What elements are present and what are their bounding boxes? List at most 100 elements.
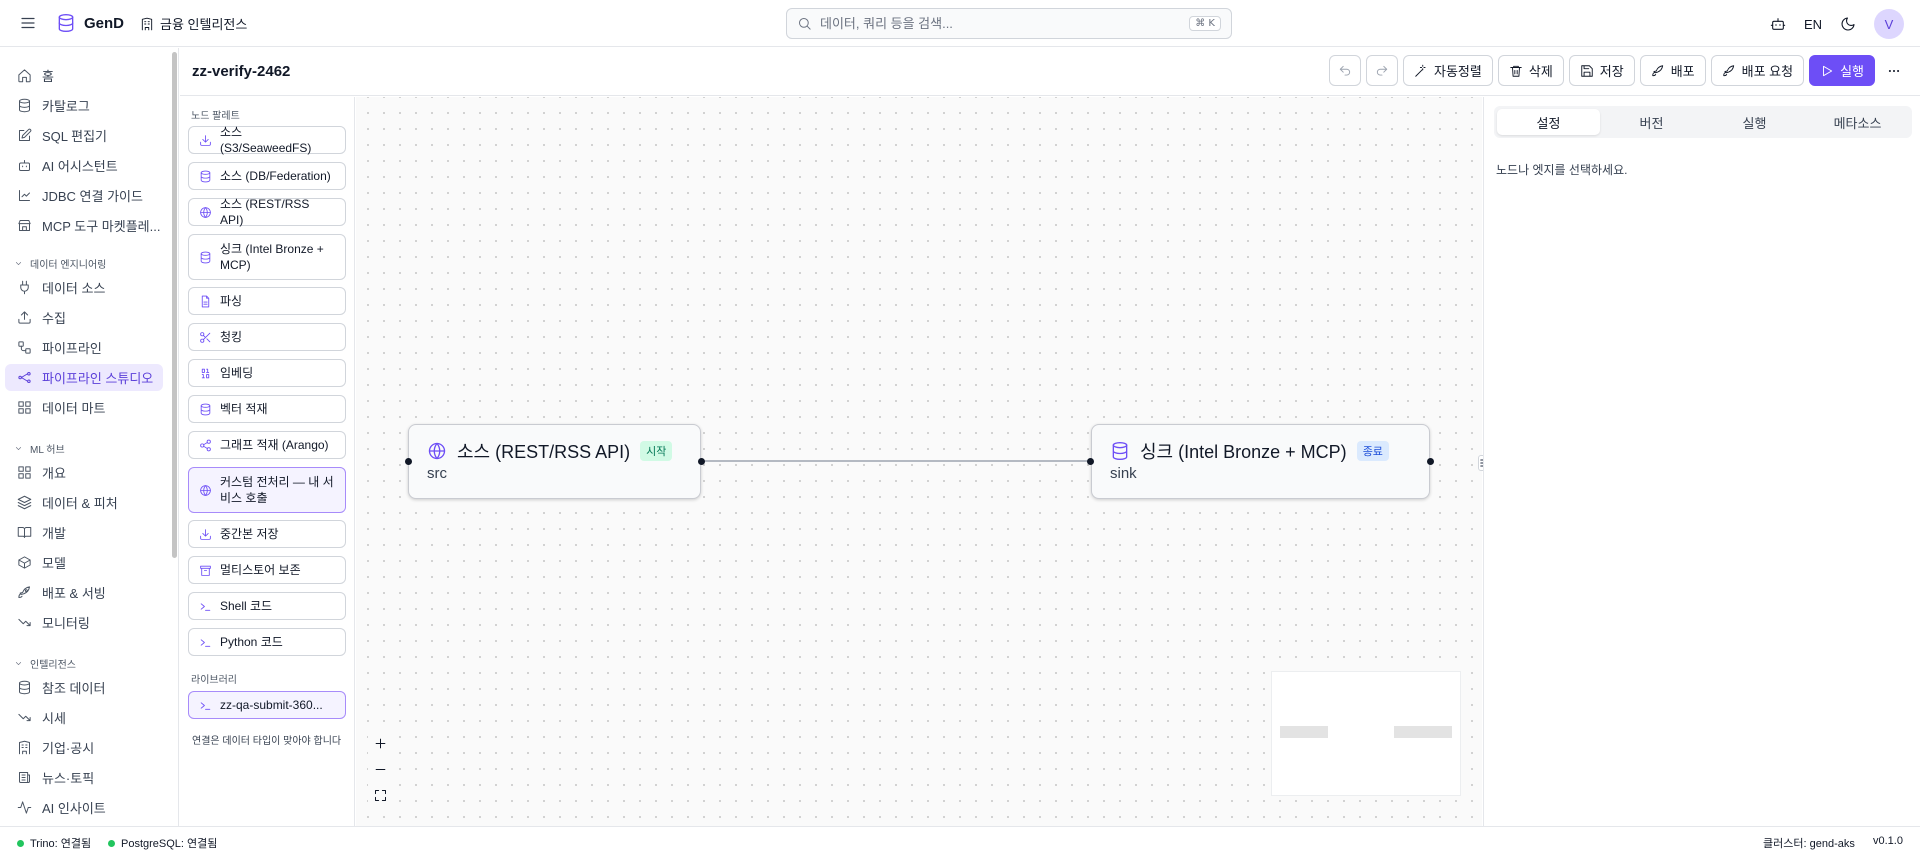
tab-runs[interactable]: 실행 bbox=[1703, 109, 1806, 135]
status-bar: Trino: 연결됨 PostgreSQL: 연결됨 클러스터: gend-ak… bbox=[0, 826, 1920, 853]
redo-button[interactable] bbox=[1366, 55, 1399, 86]
sidebar-item-market-prices[interactable]: 시세 bbox=[5, 704, 163, 731]
sidebar-item-reference-data[interactable]: 참조 데이터 bbox=[5, 674, 163, 701]
waypoints-icon bbox=[18, 372, 31, 383]
node-handle-out[interactable] bbox=[698, 458, 705, 465]
panel-empty-message: 노드나 엣지를 선택하세요. bbox=[1496, 163, 1628, 177]
global-search[interactable]: ⌘ K bbox=[786, 8, 1232, 39]
zoom-in-button[interactable] bbox=[368, 730, 393, 756]
toolbar: 자동정렬 삭제 저장 배포 배포 요청 실행 bbox=[1329, 55, 1908, 86]
rocket-icon bbox=[1651, 64, 1663, 76]
tab-versions[interactable]: 버전 bbox=[1600, 109, 1703, 135]
brand-logo[interactable]: GenD bbox=[56, 13, 124, 33]
database-icon bbox=[200, 170, 211, 182]
section-intelligence[interactable]: 인텔리전스 bbox=[14, 656, 76, 671]
sidebar-item-mcp-marketplace[interactable]: MCP 도구 마켓플레... bbox=[5, 212, 163, 239]
palette-item-vector-load[interactable]: 벡터 적재 bbox=[188, 395, 346, 423]
bot-icon[interactable] bbox=[1770, 16, 1786, 32]
section-ml-hub[interactable]: ML 허브 bbox=[14, 441, 65, 456]
deploy-button[interactable]: 배포 bbox=[1639, 55, 1706, 86]
node-subtitle: sink bbox=[1110, 465, 1137, 482]
palette-item-source-rest[interactable]: 소스 (REST/RSS API) bbox=[188, 197, 346, 227]
sidebar-item-ai-insights[interactable]: AI 인사이트 bbox=[5, 794, 163, 821]
fullscreen-icon bbox=[375, 789, 386, 801]
auto-layout-button[interactable]: 자동정렬 bbox=[1403, 55, 1493, 86]
palette-item-embedding[interactable]: 임베딩 bbox=[188, 359, 346, 387]
palette-item-graph-load[interactable]: 그래프 적재 (Arango) bbox=[188, 431, 346, 459]
palette-item-sink-intel[interactable]: 싱크 (Intel Bronze + MCP) bbox=[188, 234, 346, 280]
sidebar-item-sql-editor[interactable]: SQL 편집기 bbox=[5, 122, 163, 149]
palette-item-shell-code[interactable]: Shell 코드 bbox=[188, 592, 346, 620]
palette-item-source-s3[interactable]: 소스 (S3/SeaweedFS) bbox=[188, 125, 346, 155]
node-handle-in[interactable] bbox=[405, 458, 412, 465]
node-source-rest[interactable]: 소스 (REST/RSS API) 시작 src bbox=[408, 424, 701, 499]
save-icon bbox=[1581, 64, 1593, 77]
sidebar-item-development[interactable]: 개발 bbox=[5, 519, 163, 546]
save-button[interactable]: 저장 bbox=[1568, 55, 1635, 86]
start-badge: 시작 bbox=[640, 441, 673, 461]
sidebar-item-label: 데이터 소스 bbox=[42, 281, 106, 296]
node-subtitle: src bbox=[427, 465, 447, 482]
fit-view-button[interactable] bbox=[368, 782, 393, 808]
chevron-down-icon bbox=[15, 447, 22, 450]
newspaper-icon bbox=[19, 772, 30, 783]
sidebar-item-data-mart[interactable]: 데이터 마트 bbox=[5, 394, 163, 421]
building-icon bbox=[141, 17, 153, 30]
sidebar-item-models[interactable]: 모델 bbox=[5, 549, 163, 576]
status-cluster: 클러스터: gend-aks bbox=[1763, 838, 1855, 850]
sidebar-item-ml-overview[interactable]: 개요 bbox=[5, 459, 163, 486]
sidebar-item-label: 개요 bbox=[42, 466, 66, 481]
sidebar-item-label: JDBC 연결 가이드 bbox=[42, 189, 143, 204]
sidebar-item-label: 기업·공시 bbox=[42, 741, 95, 756]
sidebar-item-data-sources[interactable]: 데이터 소스 bbox=[5, 274, 163, 301]
store-icon bbox=[18, 220, 31, 231]
section-data-engineering[interactable]: 데이터 엔지니어링 bbox=[14, 256, 106, 271]
menu-icon[interactable] bbox=[19, 14, 37, 32]
sidebar-item-ingest[interactable]: 수집 bbox=[5, 304, 163, 331]
sidebar-item-monitoring[interactable]: 모니터링 bbox=[5, 609, 163, 636]
undo-icon bbox=[1339, 65, 1351, 76]
binary-icon bbox=[201, 368, 210, 378]
sidebar-item-jdbc-guide[interactable]: JDBC 연결 가이드 bbox=[5, 182, 163, 209]
language-toggle[interactable]: EN bbox=[1804, 17, 1822, 32]
undo-button[interactable] bbox=[1329, 55, 1362, 86]
sidebar-item-deploy-serving[interactable]: 배포 & 서빙 bbox=[5, 579, 163, 606]
sidebar-item-news-topics[interactable]: 뉴스·토픽 bbox=[5, 764, 163, 791]
terminal-icon bbox=[200, 638, 211, 647]
more-options-button[interactable] bbox=[1880, 55, 1908, 86]
workspace-selector[interactable]: 금융 인텔리전스 bbox=[140, 14, 247, 33]
palette-item-multistore[interactable]: 멀티스토어 보존 bbox=[188, 556, 346, 584]
deploy-request-button[interactable]: 배포 요청 bbox=[1710, 55, 1805, 86]
tab-metasource[interactable]: 메타소스 bbox=[1806, 109, 1909, 135]
sidebar-item-pipeline-studio[interactable]: 파이프라인 스튜디오 bbox=[5, 364, 163, 391]
node-handle-in[interactable] bbox=[1087, 458, 1094, 465]
sidebar-item-home[interactable]: 홈 bbox=[5, 62, 163, 89]
workspace-name: 금융 인텔리전스 bbox=[160, 17, 248, 32]
palette-item-parsing[interactable]: 파싱 bbox=[188, 287, 346, 315]
palette-item-python-code[interactable]: Python 코드 bbox=[188, 628, 346, 656]
sidebar-item-pipelines[interactable]: 파이프라인 bbox=[5, 334, 163, 361]
node-handle-out[interactable] bbox=[1427, 458, 1434, 465]
zoom-out-button[interactable] bbox=[368, 756, 393, 782]
sidebar-item-corporate-filings[interactable]: 기업·공시 bbox=[5, 734, 163, 761]
sidebar-item-data-features[interactable]: 데이터 & 피처 bbox=[5, 489, 163, 516]
palette-item-intermediate-save[interactable]: 중간본 저장 bbox=[188, 520, 346, 548]
delete-button[interactable]: 삭제 bbox=[1497, 55, 1564, 86]
node-sink-intel[interactable]: 싱크 (Intel Bronze + MCP) 종료 sink bbox=[1091, 424, 1430, 499]
pipeline-canvas[interactable]: 소스 (REST/RSS API) 시작 src 싱크 (Intel Bronz… bbox=[356, 97, 1482, 826]
palette-item-chunking[interactable]: 청킹 bbox=[188, 323, 346, 351]
sidebar-item-ai-assistant[interactable]: AI 어시스턴트 bbox=[5, 152, 163, 179]
library-item[interactable]: zz-qa-submit-360... bbox=[188, 691, 346, 719]
sidebar-scrollbar[interactable] bbox=[172, 52, 177, 558]
sidebar-item-catalog[interactable]: 카탈로그 bbox=[5, 92, 163, 119]
edit-icon bbox=[19, 128, 32, 141]
run-button[interactable]: 실행 bbox=[1809, 55, 1875, 86]
palette-item-custom-preprocess[interactable]: 커스텀 전처리 — 내 서비스 호출 bbox=[188, 467, 346, 513]
minimap[interactable] bbox=[1271, 671, 1461, 796]
avatar[interactable]: V bbox=[1874, 9, 1904, 39]
brand-name: GenD bbox=[84, 14, 125, 32]
moon-icon[interactable] bbox=[1840, 16, 1856, 32]
tab-settings[interactable]: 설정 bbox=[1497, 109, 1600, 135]
palette-item-source-db[interactable]: 소스 (DB/Federation) bbox=[188, 162, 346, 190]
search-input[interactable] bbox=[820, 16, 1182, 31]
